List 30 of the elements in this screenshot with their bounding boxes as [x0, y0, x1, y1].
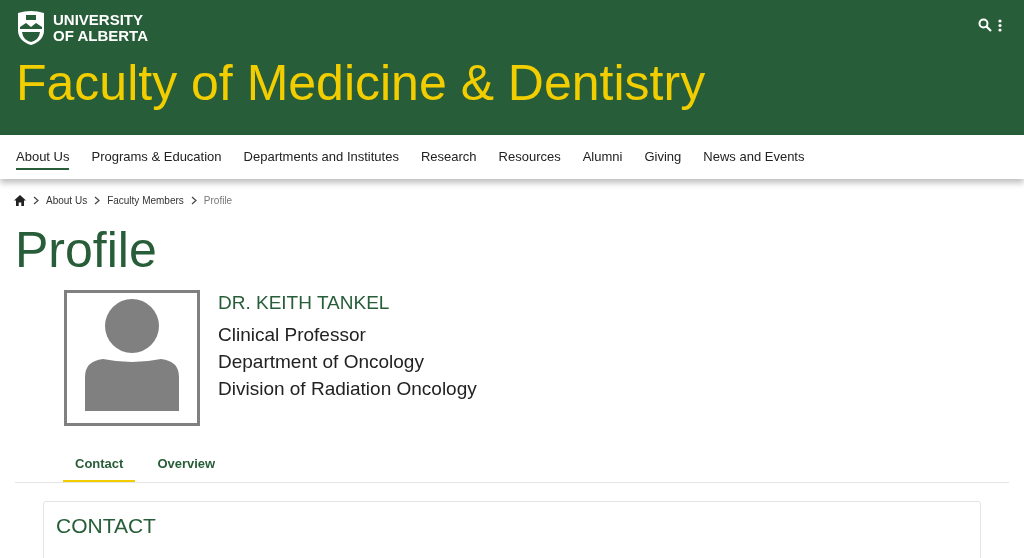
logo-text: UNIVERSITY [53, 12, 144, 28]
more-icon[interactable] [998, 18, 1002, 32]
profile-title: Division of Radiation Oncology [218, 377, 477, 401]
nav-link[interactable]: About Us [16, 144, 70, 170]
breadcrumb-link[interactable]: Faculty Members [107, 195, 184, 206]
faculty-title: Faculty of Medicine & Dentistry [16, 54, 707, 112]
person-icon [85, 299, 179, 411]
chevron-icon [94, 196, 101, 205]
nav-link[interactable]: News and Events [703, 144, 805, 170]
nav-link[interactable]: Programs & Education [91, 144, 222, 170]
profile-title: Department of Oncology [218, 350, 425, 374]
section-heading: CONTACT [56, 514, 157, 538]
breadcrumb-link[interactable]: Profile [203, 195, 233, 206]
nav-link[interactable]: Alumni [582, 144, 623, 170]
nav-link[interactable]: Giving [644, 144, 682, 170]
logo-text: OF ALBERTA [53, 28, 148, 44]
profile-title: Clinical Professor [218, 323, 367, 347]
nav-link[interactable]: Departments and Institutes [243, 144, 399, 170]
tab[interactable]: Contact [63, 448, 136, 482]
shield-icon [16, 10, 46, 46]
tab[interactable]: Overview [145, 448, 228, 482]
profile-name: DR. KEITH TANKEL [218, 292, 391, 314]
home-icon[interactable] [14, 195, 26, 206]
chevron-icon [33, 196, 39, 205]
nav-link[interactable]: Resources [498, 144, 561, 170]
search-icon[interactable] [978, 18, 992, 32]
nav-link[interactable]: Research [420, 144, 477, 170]
breadcrumb-link[interactable]: About Us [46, 195, 88, 206]
page-title: Profile [15, 221, 158, 280]
chevron-icon [190, 196, 197, 205]
